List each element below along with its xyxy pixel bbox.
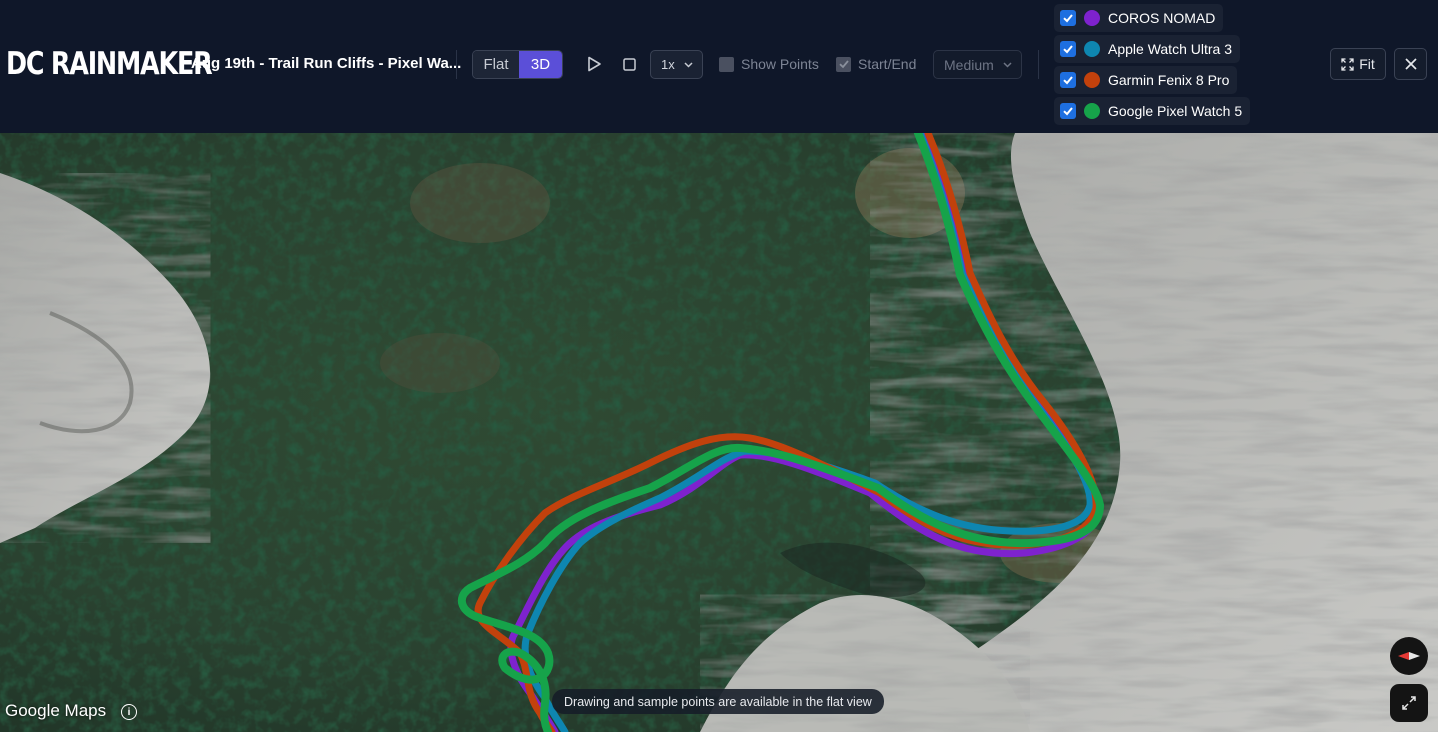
device-checkbox[interactable]	[1060, 72, 1076, 88]
checkbox-box	[719, 56, 734, 72]
device-name: Garmin Fenix 8 Pro	[1108, 72, 1230, 88]
flat-view-button[interactable]: Flat	[473, 51, 519, 78]
compass-icon	[1398, 652, 1420, 660]
checkbox-box	[836, 56, 851, 72]
checkmark-icon	[838, 60, 849, 69]
checkmark-icon	[1063, 107, 1073, 116]
chevron-down-icon	[1003, 62, 1012, 68]
fullscreen-button[interactable]	[1390, 684, 1428, 722]
site-logo: DC RAINMAKER	[6, 46, 213, 82]
color-swatch	[1084, 72, 1100, 88]
fit-button[interactable]: Fit	[1330, 48, 1386, 80]
route-viewer-app: DC RAINMAKER Aug 19th - Trail Run Cliffs…	[0, 0, 1438, 732]
legend-item-apple-watch-ultra-3[interactable]: Apple Watch Ultra 3	[1054, 35, 1240, 63]
toolbar: DC RAINMAKER Aug 19th - Trail Run Cliffs…	[0, 0, 1438, 133]
color-swatch	[1084, 41, 1100, 57]
show-points-label: Show Points	[741, 56, 819, 72]
fit-bounds-icon	[1341, 57, 1354, 71]
playback-speed-value: 1x	[661, 57, 675, 72]
start-end-label: Start/End	[858, 56, 917, 72]
legend-item-google-pixel-watch-5[interactable]: Google Pixel Watch 5	[1054, 97, 1251, 125]
device-checkbox[interactable]	[1060, 10, 1076, 26]
play-button[interactable]	[583, 53, 605, 75]
flat-view-notice: Drawing and sample points are available …	[552, 689, 884, 714]
close-icon	[1404, 58, 1417, 70]
checkmark-icon	[1063, 45, 1073, 54]
info-icon[interactable]: i	[121, 704, 137, 720]
fit-label: Fit	[1359, 56, 1375, 72]
compass-button[interactable]	[1390, 637, 1428, 675]
quality-value: Medium	[944, 56, 994, 73]
color-swatch	[1084, 10, 1100, 26]
device-name: COROS NOMAD	[1108, 10, 1216, 26]
legend-item-garmin-fenix-8-pro[interactable]: Garmin Fenix 8 Pro	[1054, 66, 1238, 94]
color-swatch	[1084, 103, 1100, 119]
google-maps-attribution: Google Maps	[5, 701, 107, 720]
stop-button[interactable]	[619, 54, 639, 74]
divider	[1038, 50, 1039, 79]
device-name: Apple Watch Ultra 3	[1108, 41, 1232, 57]
checkmark-icon	[1063, 14, 1073, 23]
start-end-checkbox[interactable]: Start/End	[836, 56, 916, 72]
legend-item-coros-nomad[interactable]: COROS NOMAD	[1054, 4, 1224, 32]
device-name: Google Pixel Watch 5	[1108, 103, 1243, 119]
quality-select[interactable]: Medium	[933, 50, 1022, 79]
expand-icon	[1402, 696, 1416, 710]
activity-title: Aug 19th - Trail Run Cliffs - Pixel Wa..…	[191, 55, 462, 72]
playback-speed-select[interactable]: 1x	[650, 50, 703, 79]
view-mode-toggle: Flat 3D	[472, 50, 563, 79]
3d-view-button[interactable]: 3D	[519, 51, 562, 78]
checkmark-icon	[1063, 76, 1073, 85]
divider	[456, 50, 457, 79]
device-checkbox[interactable]	[1060, 41, 1076, 57]
play-icon	[588, 56, 601, 72]
stop-icon	[622, 57, 636, 71]
map-3d-view[interactable]: Google Maps i Drawing and sample points …	[0, 133, 1438, 732]
device-checkbox[interactable]	[1060, 103, 1076, 119]
chevron-down-icon	[684, 62, 693, 68]
close-button[interactable]	[1394, 48, 1427, 80]
satellite-terrain	[0, 133, 1438, 732]
show-points-checkbox[interactable]: Show Points	[719, 56, 819, 72]
